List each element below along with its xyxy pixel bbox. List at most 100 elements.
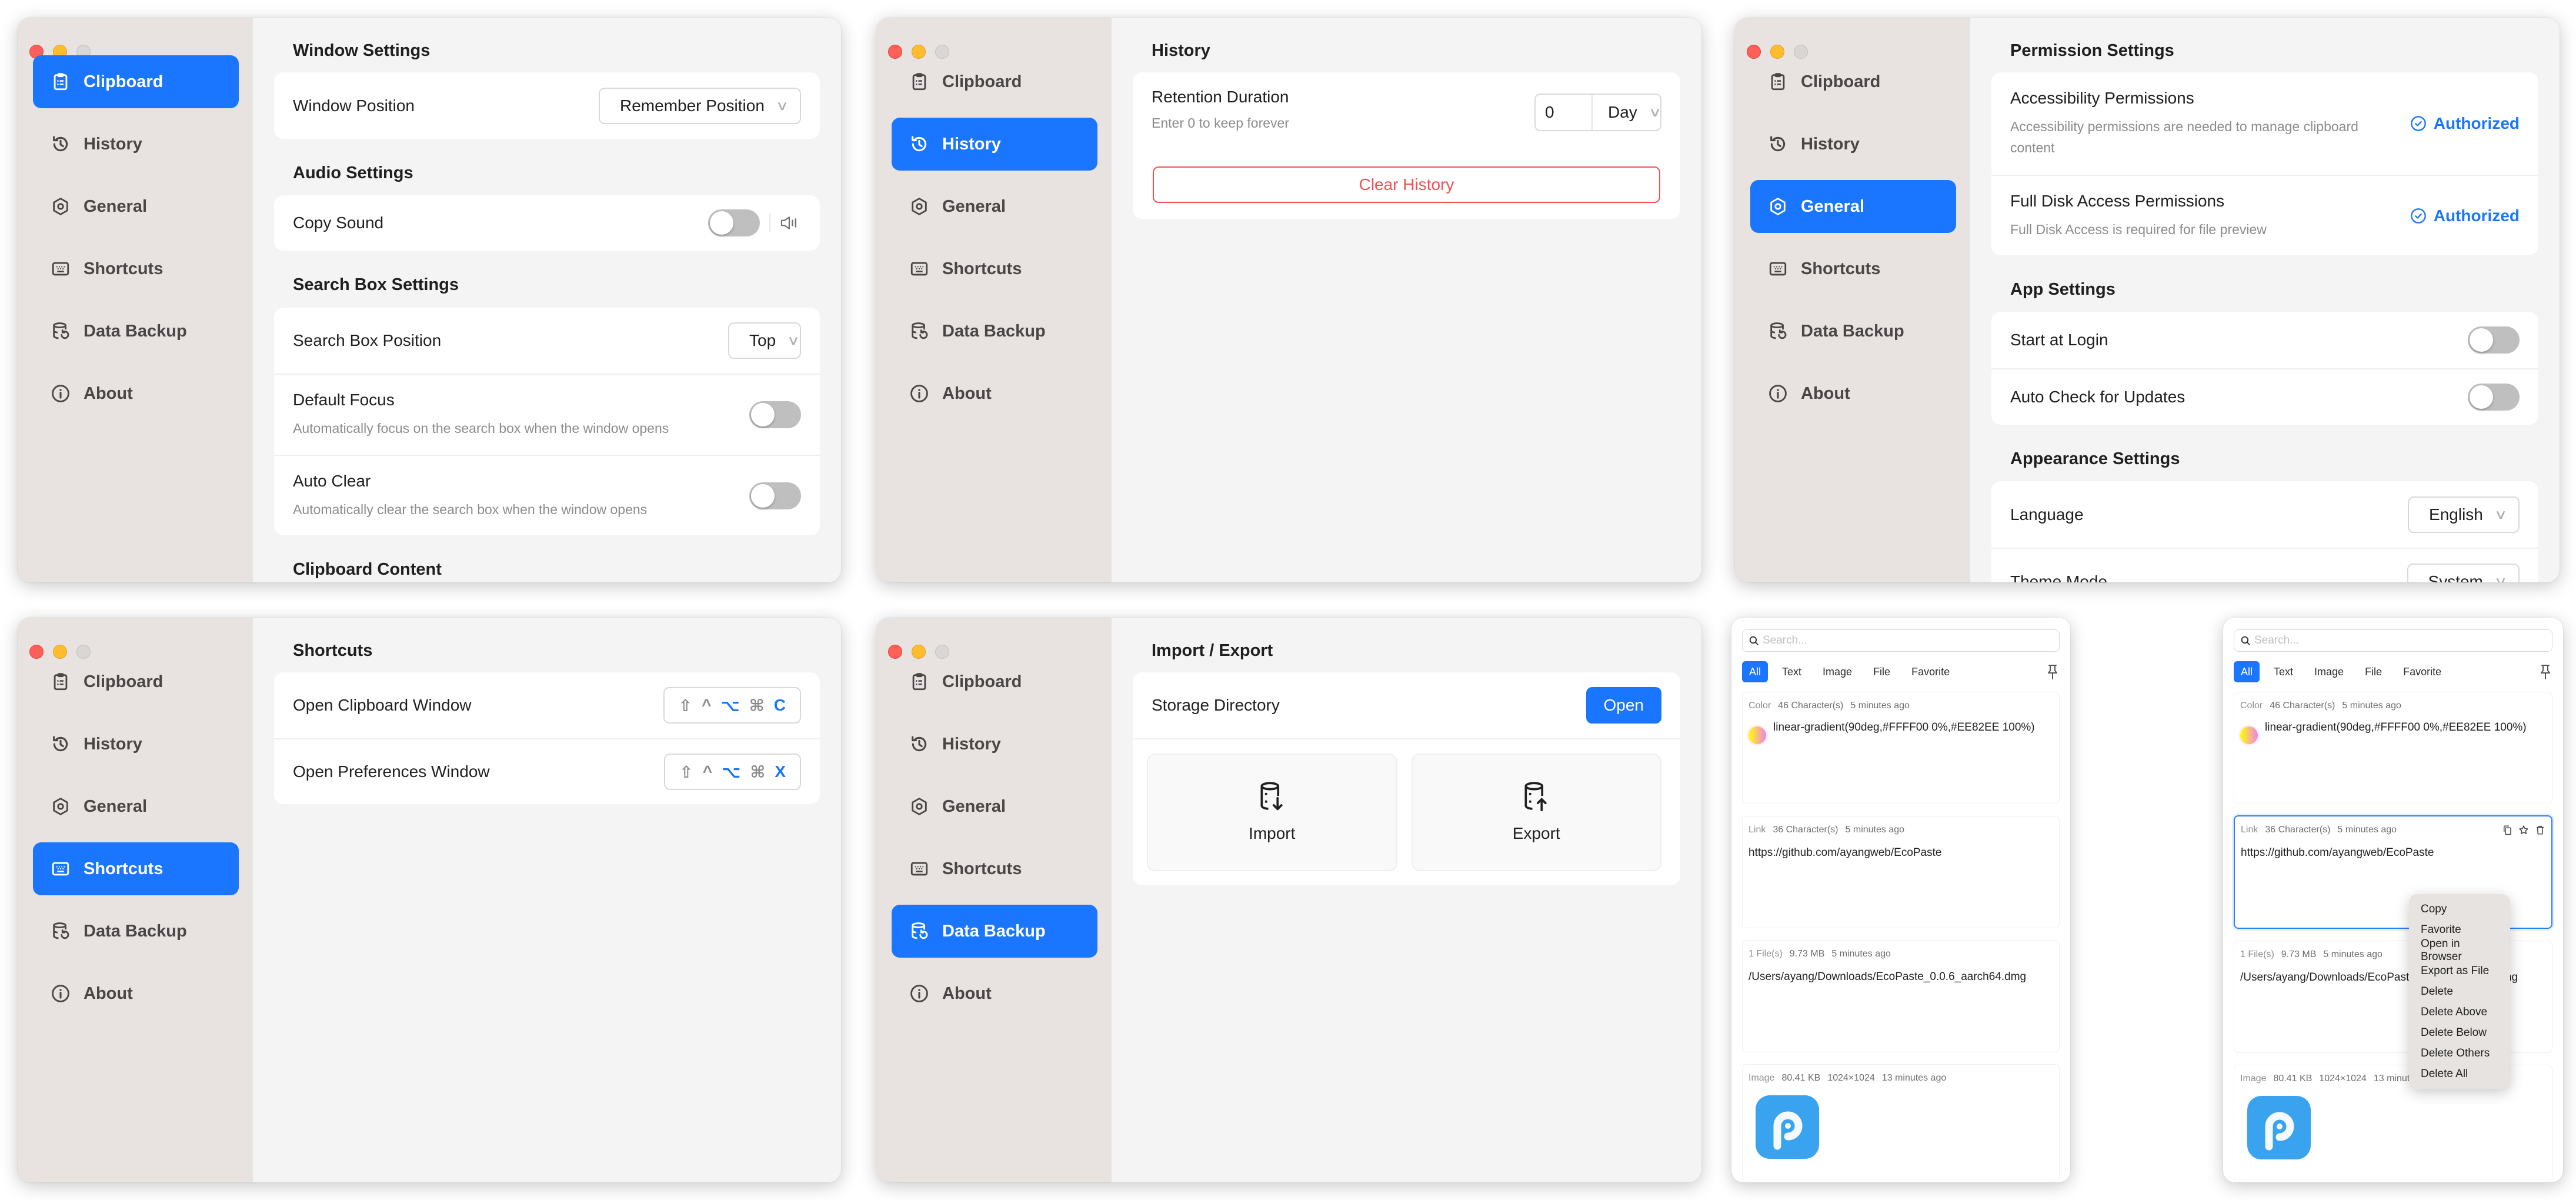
history-icon [51, 134, 71, 154]
chevron-down-icon: ∨ [1648, 105, 1661, 119]
copy-sound-toggle[interactable] [708, 209, 760, 236]
sidebar-item-label: Clipboard [942, 672, 1022, 691]
sidebar-item-history[interactable]: History [892, 118, 1097, 171]
general-icon [909, 796, 929, 816]
window-position-select[interactable]: Remember Position ∨ [599, 87, 801, 124]
sidebar-item-data-backup[interactable]: Data Backup [33, 905, 239, 958]
sidebar-item-general[interactable]: General [892, 780, 1097, 833]
sidebar-item-history[interactable]: History [33, 118, 239, 171]
default-focus-toggle[interactable] [749, 401, 801, 428]
tab-favorite[interactable]: Favorite [1904, 661, 1957, 682]
menu-item-delete-below[interactable]: Delete Below [2409, 1022, 2510, 1043]
tab-image[interactable]: Image [1816, 661, 1859, 682]
sidebar-item-history[interactable]: History [33, 718, 239, 771]
export-button[interactable]: Export [1411, 754, 1661, 871]
sidebar-item-clipboard[interactable]: Clipboard [892, 655, 1097, 708]
clipboard-item-color[interactable]: Color 46 Character(s) 5 minutes ago linear… [2234, 692, 2552, 804]
copy-sound-label: Copy Sound [293, 214, 384, 232]
tab-favorite[interactable]: Favorite [2396, 661, 2448, 682]
sidebar-item-shortcuts[interactable]: Shortcuts [33, 842, 239, 895]
theme-mode-select[interactable]: System ∨ [2407, 563, 2520, 582]
menu-item-copy[interactable]: Copy [2409, 899, 2510, 919]
sidebar-item-about[interactable]: About [1750, 367, 1956, 420]
sidebar-nav: Clipboard History General Shortcuts Data… [892, 655, 1097, 1029]
sidebar-item-clipboard[interactable]: Clipboard [33, 655, 239, 708]
sidebar-item-clipboard[interactable]: Clipboard [33, 55, 239, 108]
search-box-position-select[interactable]: Top ∨ [728, 322, 801, 359]
search-input[interactable]: Search... [1742, 629, 2060, 652]
sidebar-item-about[interactable]: About [892, 367, 1097, 420]
clipboard-item-link[interactable]: Link 36 Character(s) 5 minutes ago https:/… [1742, 816, 2060, 928]
info-icon [51, 984, 71, 1004]
sidebar-item-shortcuts[interactable]: Shortcuts [892, 242, 1097, 295]
sidebar-item-about[interactable]: About [33, 967, 239, 1020]
filter-tabs: All Text Image File Favorite [2234, 661, 2552, 682]
import-button[interactable]: Import [1147, 754, 1397, 871]
preferences-window-data-backup: Clipboard History General Shortcuts Data… [876, 618, 1701, 1182]
sidebar-item-data-backup[interactable]: Data Backup [33, 305, 239, 358]
shortcut-recorder[interactable]: ⇧ ^ ⌥ ⌘ C [663, 687, 801, 724]
sidebar-item-general[interactable]: General [33, 780, 239, 833]
tab-file[interactable]: File [1866, 661, 1897, 682]
menu-item-open-in-browser[interactable]: Open in Browser [2409, 938, 2510, 963]
clipboard-item-file[interactable]: 1 File(s) 9.73 MB 5 minutes ago /Users/aya… [1742, 940, 2060, 1052]
menu-item-delete-others[interactable]: Delete Others [2409, 1043, 2510, 1064]
sidebar-item-data-backup[interactable]: Data Backup [892, 305, 1097, 358]
menu-item-delete-all[interactable]: Delete All [2409, 1064, 2510, 1084]
tab-text[interactable]: Text [2267, 661, 2300, 682]
sidebar-item-data-backup[interactable]: Data Backup [892, 905, 1097, 958]
tab-all[interactable]: All [2234, 661, 2260, 682]
menu-item-delete[interactable]: Delete [2409, 981, 2510, 1002]
sidebar-item-shortcuts[interactable]: Shortcuts [33, 242, 239, 295]
section-title-appearance-settings: Appearance Settings [2010, 449, 2180, 468]
speaker-icon[interactable] [779, 215, 801, 231]
sidebar-item-clipboard[interactable]: Clipboard [892, 55, 1097, 108]
retention-duration-input[interactable]: 0 [1536, 95, 1593, 130]
sidebar-item-general[interactable]: General [1750, 180, 1956, 233]
sidebar-item-shortcuts[interactable]: Shortcuts [892, 842, 1097, 895]
sidebar-item-about[interactable]: About [33, 367, 239, 420]
tab-all[interactable]: All [1742, 661, 1769, 682]
pin-button[interactable] [2047, 664, 2060, 680]
sidebar-item-shortcuts[interactable]: Shortcuts [1750, 242, 1956, 295]
window-position-label: Window Position [293, 96, 415, 115]
star-icon[interactable] [2518, 825, 2529, 835]
sidebar-item-history[interactable]: History [892, 718, 1097, 771]
sidebar-item-label: Data Backup [942, 921, 1046, 941]
item-type: 1 File(s) [1749, 949, 1783, 959]
sidebar-item-general[interactable]: General [33, 180, 239, 233]
tab-text[interactable]: Text [1775, 661, 1808, 682]
start-at-login-toggle[interactable] [2468, 326, 2520, 354]
sidebar-item-general[interactable]: General [892, 180, 1097, 233]
search-placeholder: Search... [1763, 634, 1808, 646]
tab-image[interactable]: Image [2307, 661, 2351, 682]
clipboard-item-color[interactable]: Color 46 Character(s) 5 minutes ago linear… [1742, 692, 2060, 804]
tab-file[interactable]: File [2358, 661, 2389, 682]
sidebar-item-clipboard[interactable]: Clipboard [1750, 55, 1956, 108]
auto-clear-toggle[interactable] [749, 482, 801, 509]
pin-button[interactable] [2540, 664, 2552, 680]
settings-content: Permission Settings Accessibility Permis… [1970, 18, 2560, 582]
item-time: 5 minutes ago [2323, 949, 2383, 959]
clear-history-button[interactable]: Clear History [1153, 166, 1660, 203]
trash-icon[interactable] [2535, 825, 2545, 835]
clipboard-window-context-menu: Search... All Text Image File Favorite C… [2223, 618, 2563, 1182]
language-select[interactable]: English ∨ [2408, 496, 2520, 533]
section-title-window-settings: Window Settings [293, 41, 431, 60]
auto-check-updates-toggle[interactable] [2468, 384, 2520, 411]
search-input[interactable]: Search... [2234, 629, 2552, 652]
check-circle-icon [2410, 115, 2427, 132]
sidebar-item-history[interactable]: History [1750, 118, 1956, 171]
copy-icon[interactable] [2502, 825, 2512, 835]
shortcut-recorder[interactable]: ⇧ ^ ⌥ ⌘ X [664, 754, 801, 790]
clipboard-item-image[interactable]: Image 80.41 KB 1024×1024 13 minutes ago [1742, 1064, 2060, 1182]
sidebar-item-label: History [942, 734, 1001, 754]
sidebar-item-data-backup[interactable]: Data Backup [1750, 305, 1956, 358]
open-directory-button[interactable]: Open [1586, 687, 1661, 724]
menu-item-delete-above[interactable]: Delete Above [2409, 1002, 2510, 1022]
language-label: Language [2010, 505, 2084, 524]
retention-unit-value: Day [1608, 103, 1637, 121]
menu-item-export-as-file[interactable]: Export as File [2409, 961, 2510, 981]
sidebar-item-about[interactable]: About [892, 967, 1097, 1020]
retention-unit-select[interactable]: Day ∨ [1593, 95, 1660, 130]
